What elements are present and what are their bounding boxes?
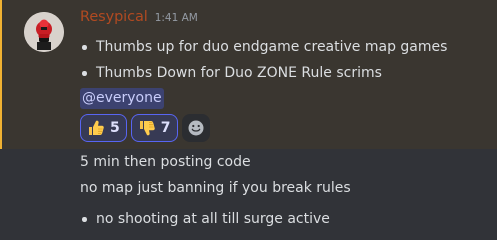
- thumbs-down-icon: [138, 119, 156, 137]
- reaction-count: 5: [110, 120, 120, 136]
- message-bullet-list: Thumbs up for duo endgame creative map g…: [80, 34, 447, 86]
- smiley-icon: [188, 120, 203, 136]
- username[interactable]: Resypical: [80, 9, 148, 25]
- avatar-image: [24, 12, 64, 52]
- timestamp[interactable]: 1:41 AM: [155, 12, 198, 24]
- reactions-bar: 5 7: [80, 114, 210, 142]
- followup-bullet-list: no shooting at all till surge active: [80, 206, 330, 232]
- list-item: Thumbs Down for Duo ZONE Rule scrims: [80, 60, 447, 86]
- add-reaction-button[interactable]: [181, 114, 210, 142]
- list-item: no shooting at all till surge active: [80, 206, 330, 232]
- message-highlighted[interactable]: Resypical 1:41 AM Thumbs up for duo endg…: [0, 0, 497, 149]
- thumbs-up-icon: [87, 119, 105, 137]
- reaction-thumbs-down[interactable]: 7: [130, 114, 178, 142]
- followup-message: no map just banning if you break rules: [80, 180, 351, 196]
- list-item: Thumbs up for duo endgame creative map g…: [80, 34, 447, 60]
- mention-indicator-bar: [0, 0, 2, 149]
- everyone-mention[interactable]: @everyone: [80, 88, 164, 109]
- avatar[interactable]: [24, 12, 64, 52]
- reaction-count: 7: [160, 120, 171, 136]
- message-header: Resypical 1:41 AM: [80, 9, 198, 31]
- reaction-thumbs-up[interactable]: 5: [80, 114, 127, 142]
- followup-message: 5 min then posting code: [80, 154, 251, 170]
- chat-frame: Resypical 1:41 AM Thumbs up for duo endg…: [0, 0, 497, 240]
